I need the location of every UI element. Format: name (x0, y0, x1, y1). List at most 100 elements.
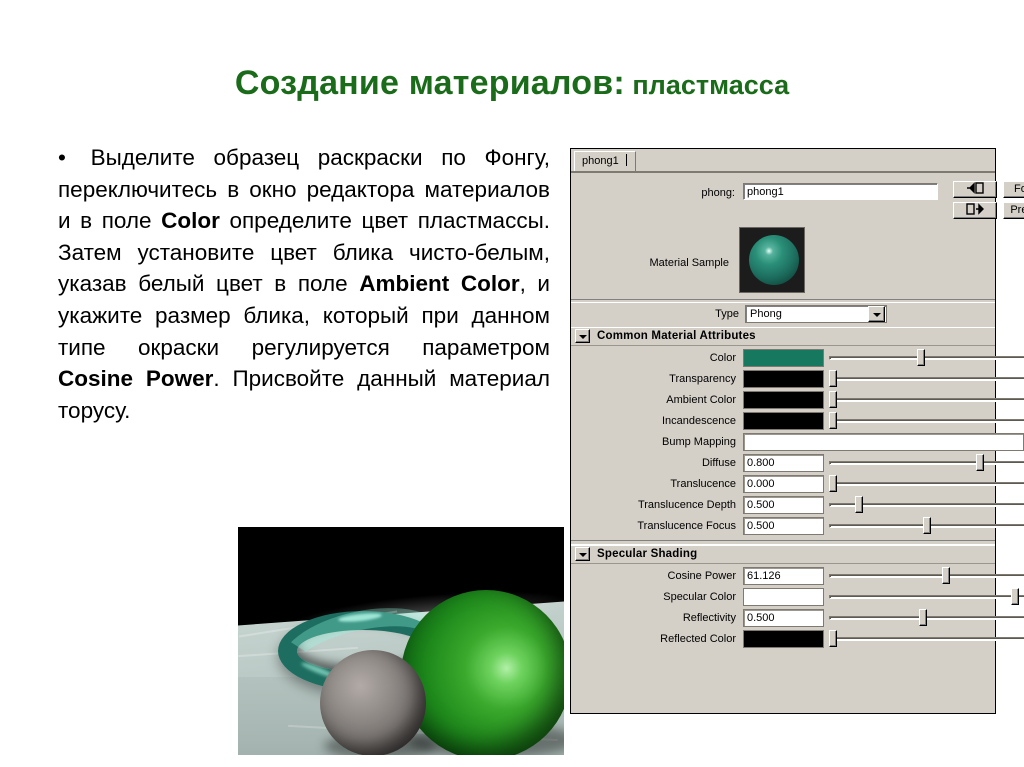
attribute-label: Reflected Color (660, 633, 736, 645)
material-type-label: Type (715, 308, 739, 320)
attribute-row: Transparency (571, 369, 1024, 390)
attribute-value-input[interactable]: 0.500 (743, 517, 824, 535)
color-swatch[interactable] (743, 370, 824, 388)
render-green-sphere (401, 590, 564, 755)
attribute-slider[interactable] (829, 412, 1024, 430)
attribute-slider[interactable] (829, 496, 1024, 514)
slider-thumb[interactable] (855, 496, 864, 513)
slider-thumb[interactable] (941, 567, 950, 584)
body-bold-ambient-color: Ambient Color (359, 271, 520, 297)
section-title: Common Material Attributes (597, 330, 756, 342)
node-output-arrow-icon[interactable] (953, 202, 997, 219)
slider-track (829, 482, 1024, 486)
attribute-slider[interactable] (829, 370, 1024, 388)
attribute-row: Reflected Color (571, 629, 1024, 650)
attribute-row: Diffuse 0.800 (571, 453, 1024, 474)
render-gray-sphere (320, 650, 426, 755)
attribute-slider[interactable] (829, 349, 1024, 367)
attribute-label: Specular Color (663, 591, 736, 603)
slider-track (829, 356, 1024, 360)
slider-track (829, 595, 1024, 599)
presets-button[interactable]: Presets (1003, 202, 1024, 219)
attribute-row: Cosine Power 61.126 (571, 566, 1024, 587)
slider-thumb[interactable] (829, 630, 837, 647)
attribute-row: Bump Mapping (571, 432, 1024, 453)
section-collapse-icon[interactable] (575, 547, 590, 561)
slider-thumb[interactable] (917, 349, 926, 366)
slider-track (829, 398, 1024, 402)
attribute-sections: Common Material Attributes Color Transpare… (571, 327, 1024, 653)
attribute-value-input[interactable]: 61.126 (743, 567, 824, 585)
attribute-value-input[interactable]: 0.000 (743, 475, 824, 493)
color-swatch[interactable] (743, 630, 824, 648)
section-collapse-icon[interactable] (575, 329, 590, 343)
page-title: Создание материалов: пластмасса (0, 64, 1024, 103)
render-preview-image (238, 527, 564, 755)
attribute-label: Translucence Depth (637, 499, 736, 511)
body-paragraph: • Выделите образец раскраски по Фонгу, п… (58, 142, 550, 426)
attribute-value-input[interactable]: 0.500 (743, 609, 824, 627)
slider-thumb[interactable] (829, 370, 837, 387)
attribute-row: Translucence Depth 0.500 (571, 495, 1024, 516)
section-rows-0: Color Transparency Ambient Color Incandesce… (571, 346, 1024, 540)
attribute-editor-panel: phong1 phong: phong1 Focus Presets (570, 148, 1024, 714)
tab-phong1-label: phong1 (582, 155, 619, 167)
focus-button[interactable]: Focus (1003, 181, 1024, 198)
attribute-slider[interactable] (829, 454, 1024, 472)
attribute-text-input[interactable] (743, 433, 1024, 451)
page-title-sub: пластмасса (624, 70, 790, 100)
slider-track (829, 574, 1024, 578)
attribute-value-input[interactable]: 0.500 (743, 496, 824, 514)
attribute-slider[interactable] (829, 630, 1024, 648)
slider-thumb[interactable] (829, 412, 837, 429)
chevron-down-icon[interactable] (868, 306, 885, 322)
material-sample-sphere (749, 235, 799, 285)
color-swatch[interactable] (743, 391, 824, 409)
attribute-label: Diffuse (701, 457, 736, 469)
attribute-row: Color (571, 348, 1024, 369)
attribute-slider[interactable] (829, 391, 1024, 409)
attribute-slider[interactable] (829, 517, 1024, 535)
slider-thumb[interactable] (975, 454, 984, 471)
attribute-slider[interactable] (829, 609, 1024, 627)
slider-thumb[interactable] (829, 475, 837, 492)
slider-thumb[interactable] (829, 391, 837, 408)
material-name-label: phong: (701, 187, 735, 199)
attribute-slider[interactable] (829, 567, 1024, 585)
attribute-label: Ambient Color (666, 394, 736, 406)
material-type-row: Type Phong (571, 303, 995, 327)
panel-body: phong: phong1 Focus Presets Material Sam… (571, 173, 1024, 653)
slider-track (829, 637, 1024, 641)
color-swatch[interactable] (743, 588, 824, 606)
slider-track (829, 419, 1024, 423)
bullet-marker: • (58, 145, 66, 170)
attribute-label: Incandescence (662, 415, 736, 427)
attribute-row: Translucence 0.000 (571, 474, 1024, 495)
tab-caret (625, 154, 627, 166)
node-input-arrow-icon[interactable] (953, 181, 997, 198)
page-title-main: Создание материалов: (234, 64, 625, 102)
attribute-label: Reflectivity (682, 612, 736, 624)
tab-phong1[interactable]: phong1 (574, 151, 636, 171)
section-header-0[interactable]: Common Material Attributes (571, 327, 995, 346)
attribute-label: Color (709, 352, 736, 364)
attribute-label: Translucence (670, 478, 736, 490)
section-header-1[interactable]: Specular Shading (571, 545, 995, 564)
material-name-row: phong: phong1 Focus Presets (571, 173, 1024, 229)
attribute-row: Ambient Color (571, 390, 1024, 411)
color-swatch[interactable] (743, 349, 824, 367)
slider-thumb[interactable] (1011, 588, 1020, 605)
attribute-slider[interactable] (829, 588, 1024, 606)
attribute-label: Cosine Power (667, 570, 736, 582)
section-title: Specular Shading (597, 548, 698, 560)
slider-thumb[interactable] (919, 609, 928, 626)
attribute-label: Transparency (669, 373, 736, 385)
material-name-input[interactable]: phong1 (743, 183, 938, 200)
material-sample-swatch[interactable] (739, 227, 805, 293)
attribute-row: Incandescence (571, 411, 1024, 432)
attribute-value-input[interactable]: 0.800 (743, 454, 824, 472)
color-swatch[interactable] (743, 412, 824, 430)
material-type-value[interactable]: Phong (745, 305, 887, 323)
slider-thumb[interactable] (923, 517, 931, 534)
attribute-slider[interactable] (829, 475, 1024, 493)
